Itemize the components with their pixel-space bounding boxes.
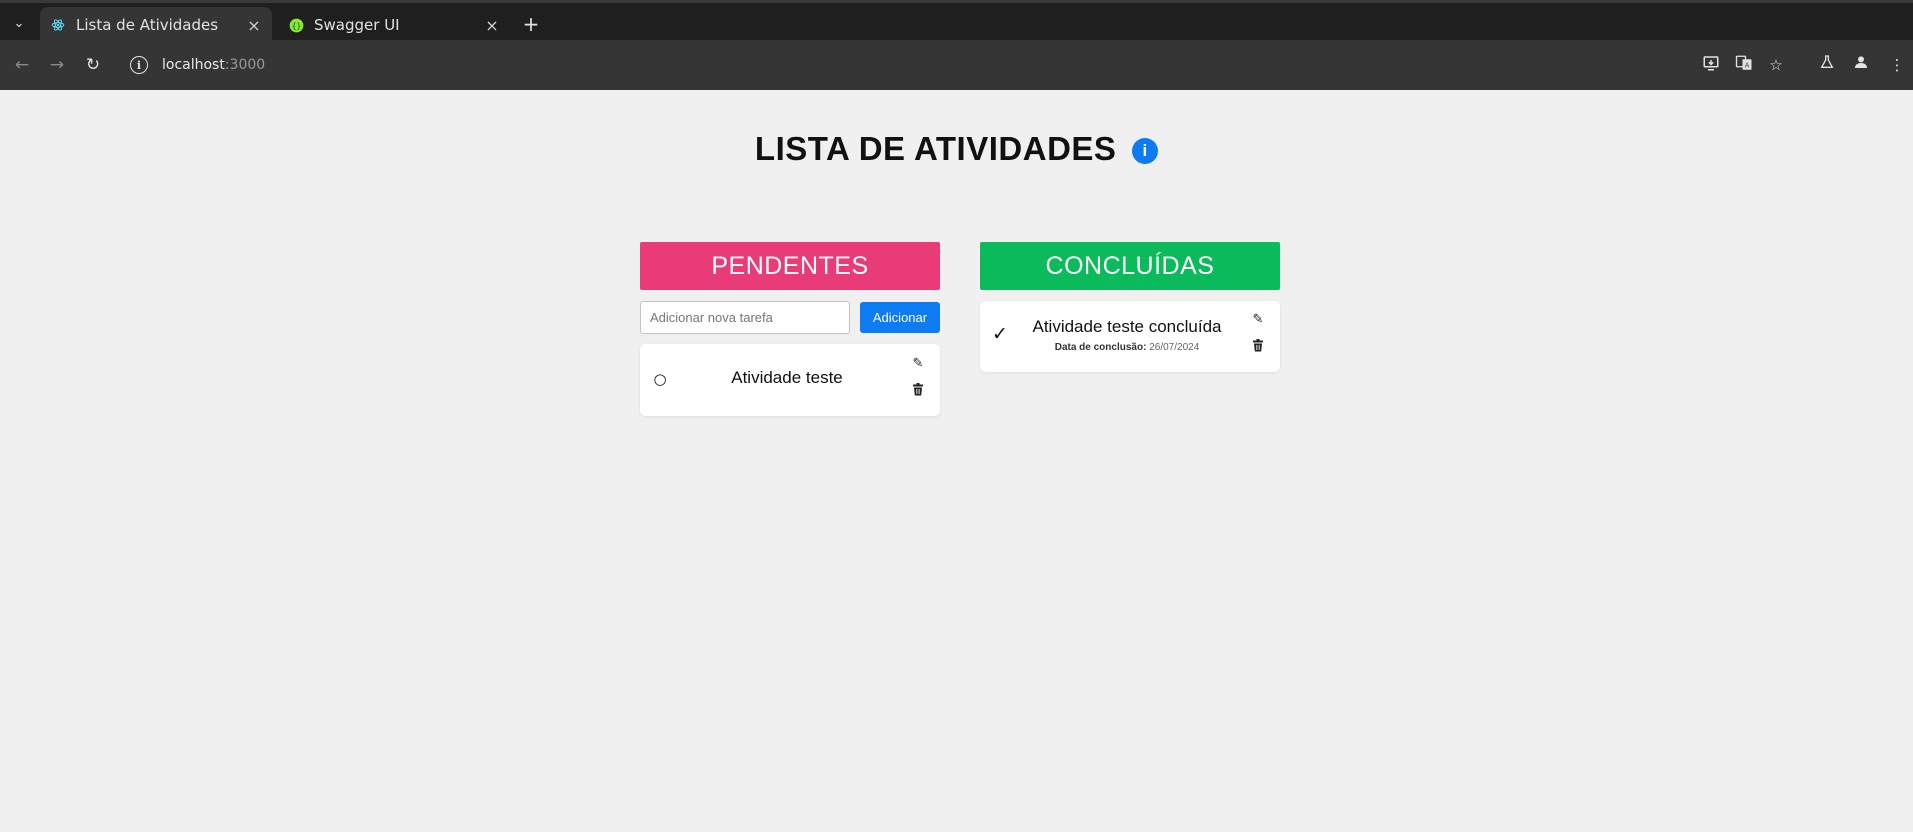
svg-text:A: A <box>1745 62 1750 70</box>
trash-icon[interactable] <box>1250 337 1266 356</box>
edit-pencil-icon[interactable]: ✎ <box>910 356 926 371</box>
page-title-text: LISTA DE ATIVIDADES <box>754 130 1117 167</box>
address-bar[interactable]: i localhost:3000 <box>120 46 1680 84</box>
page-title: LISTA DE ATIVIDADES i <box>0 130 1913 168</box>
mark-complete-circle-icon[interactable]: ○ <box>650 370 670 388</box>
url-host: localhost <box>162 57 225 73</box>
back-icon[interactable]: ← <box>9 52 35 78</box>
trash-icon[interactable] <box>910 381 926 400</box>
tab-search-chevron-icon[interactable]: ⌄ <box>8 13 30 35</box>
completion-date: Data de conclusão: 26/07/2024 <box>1016 342 1238 353</box>
pending-task-card: ○ Atividade teste ✎ <box>640 344 940 416</box>
site-info-icon[interactable]: i <box>130 56 148 74</box>
new-tab-icon[interactable]: + <box>520 11 542 37</box>
new-task-input[interactable] <box>640 301 850 334</box>
task-text: Atividade teste concluída <box>1032 317 1222 336</box>
url-text: localhost:3000 <box>162 57 265 73</box>
completion-date-label: Data de conclusão: <box>1054 342 1147 353</box>
tab-swagger-ui[interactable]: {} Swagger UI × <box>278 7 510 43</box>
tab-lista-de-atividades[interactable]: Lista de Atividades × <box>40 7 272 43</box>
close-tab-icon[interactable]: × <box>244 16 264 35</box>
edit-pencil-icon[interactable]: ✎ <box>1250 312 1266 327</box>
pending-column: PENDENTES Adicionar ○ Atividade teste ✎ <box>640 242 940 416</box>
profile-icon[interactable] <box>1850 54 1872 76</box>
browser-toolbar: ← → ↻ i localhost:3000 A ☆ ⋮ <box>0 40 1913 90</box>
url-port: :3000 <box>224 57 266 73</box>
completed-header: CONCLUÍDAS <box>980 242 1280 290</box>
info-icon[interactable]: i <box>1132 138 1159 164</box>
labs-flask-icon[interactable] <box>1816 54 1838 76</box>
translate-icon[interactable]: A <box>1733 54 1755 76</box>
completed-task-card: ✓ Atividade teste concluída Data de conc… <box>980 301 1280 372</box>
add-task-form: Adicionar <box>640 301 940 334</box>
add-task-button[interactable]: Adicionar <box>860 302 940 333</box>
forward-icon[interactable]: → <box>44 52 70 78</box>
react-icon <box>50 17 66 33</box>
bookmark-star-icon[interactable]: ☆ <box>1765 54 1787 76</box>
swagger-icon: {} <box>288 17 304 33</box>
tab-title: Lista de Atividades <box>76 16 219 34</box>
install-app-icon[interactable] <box>1700 54 1722 76</box>
reload-icon[interactable]: ↻ <box>80 52 106 78</box>
close-tab-icon[interactable]: × <box>482 16 502 35</box>
browser-tab-bar: ⌄ Lista de Atividades × {} Swagger UI × … <box>0 0 1913 43</box>
completed-column: CONCLUÍDAS ✓ Atividade teste concluída D… <box>980 242 1280 372</box>
tab-title: Swagger UI <box>314 16 400 34</box>
checkmark-icon[interactable]: ✓ <box>990 323 1010 345</box>
task-text: Atividade teste <box>731 368 843 387</box>
browser-menu-icon[interactable]: ⋮ <box>1886 54 1908 76</box>
svg-text:{}: {} <box>291 21 301 30</box>
completion-date-value: 26/07/2024 <box>1149 342 1200 353</box>
pending-header: PENDENTES <box>640 242 940 290</box>
